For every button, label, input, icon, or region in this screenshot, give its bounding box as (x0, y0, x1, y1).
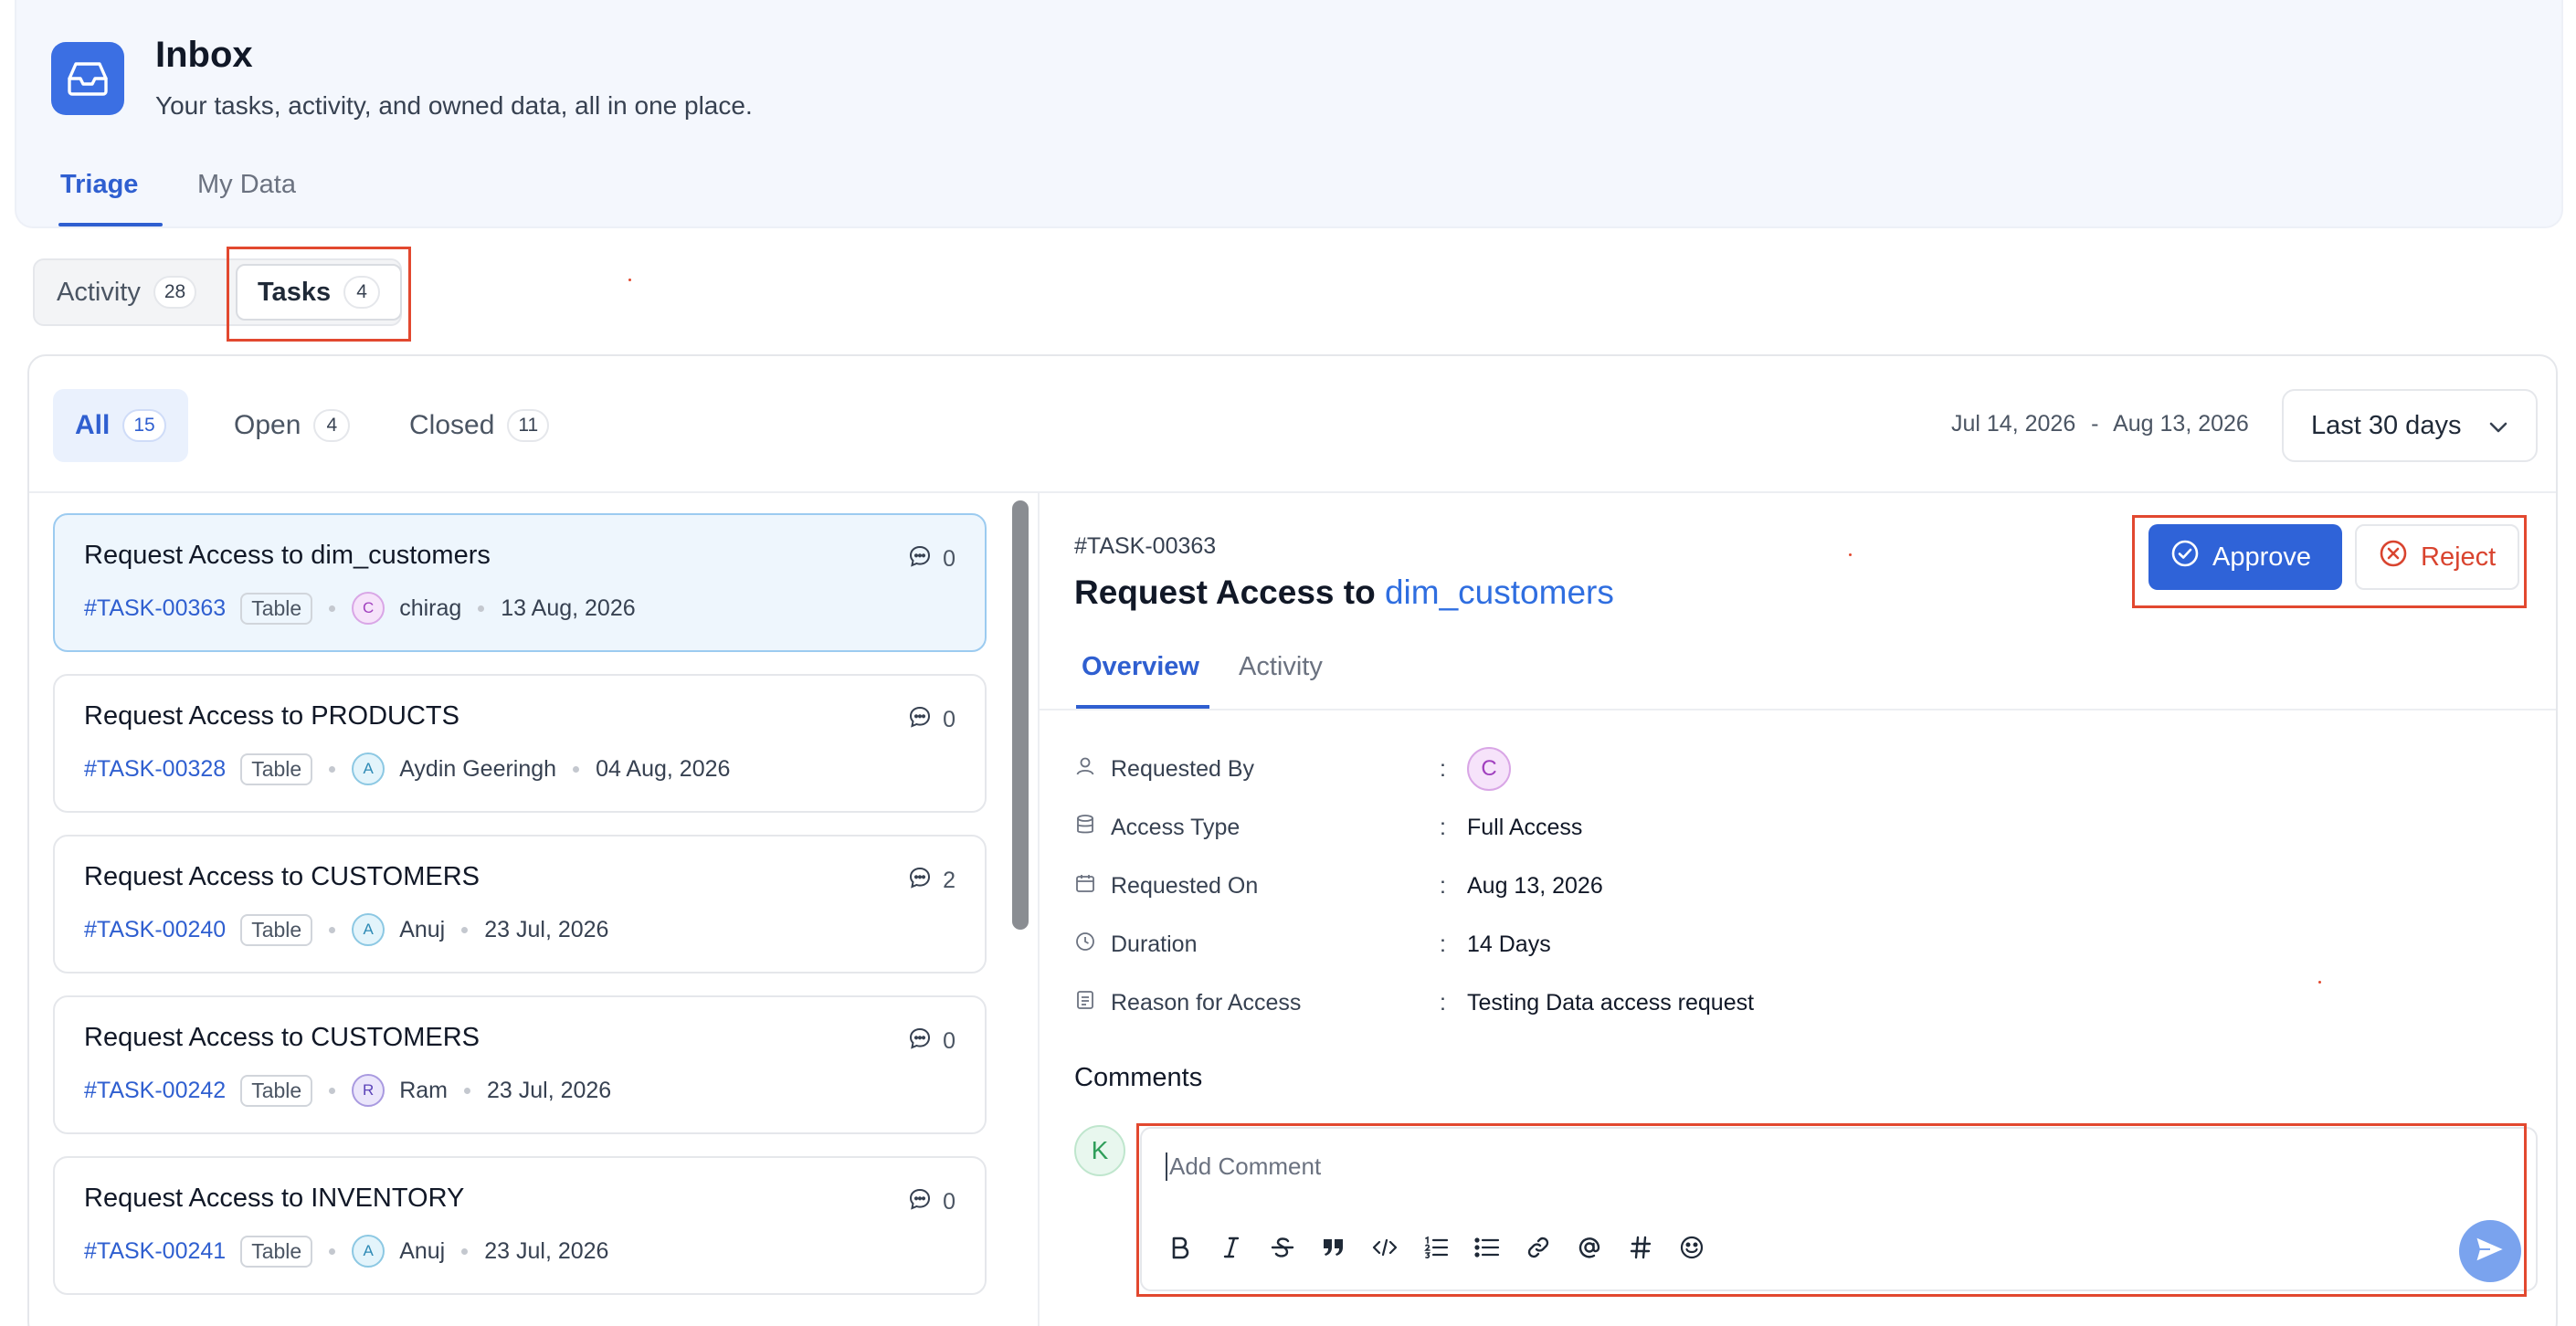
page-subtitle: Your tasks, activity, and owned data, al… (155, 91, 753, 120)
tab-divider (1038, 709, 2556, 710)
field-colon: : (1440, 931, 1446, 957)
avatar: K (1074, 1125, 1125, 1176)
x-circle-icon (2379, 539, 2408, 575)
segment-activity-label: Activity (57, 277, 141, 307)
activity-tasks-toggle: Activity 28 Tasks 4 (33, 258, 403, 326)
detail-title-prefix: Request Access to (1074, 574, 1376, 611)
segment-tasks[interactable]: Tasks 4 (236, 264, 403, 321)
database-icon (1074, 814, 1096, 842)
mention-icon[interactable] (1575, 1233, 1604, 1262)
field-label: Reason for Access (1111, 989, 1302, 1016)
quote-icon[interactable] (1319, 1233, 1348, 1262)
tab-my-data[interactable]: My Data (197, 170, 296, 200)
link-icon[interactable] (1524, 1233, 1553, 1262)
field-label: Access Type (1111, 814, 1240, 840)
comment-editor[interactable]: Add Comment (1140, 1127, 2538, 1291)
clock-icon (1074, 931, 1096, 959)
page-title: Inbox (155, 35, 253, 75)
field-access-type: Access Type : Full Access (1074, 809, 1582, 846)
tab-underline (1076, 705, 1209, 709)
marker-dot (1849, 553, 1852, 556)
strikethrough-icon[interactable] (1268, 1233, 1297, 1262)
tab-underline (58, 223, 163, 226)
marker-dot (2318, 981, 2321, 984)
bold-icon[interactable] (1166, 1233, 1195, 1262)
emoji-icon[interactable] (1677, 1233, 1706, 1262)
task-detail: #TASK-00363 Request Access to dim_custom… (27, 354, 2558, 1326)
field-reason: Reason for Access : Testing Data access … (1074, 984, 1754, 1021)
send-icon (2474, 1234, 2507, 1268)
field-colon: : (1440, 814, 1446, 840)
editor-toolbar (1166, 1233, 1706, 1262)
field-duration: Duration : 14 Days (1074, 926, 1551, 963)
comments-heading: Comments (1074, 1063, 1203, 1092)
page-header: Inbox Your tasks, activity, and owned da… (15, 0, 2563, 228)
field-label: Duration (1111, 931, 1198, 957)
document-icon (1074, 989, 1096, 1017)
segment-tasks-label: Tasks (258, 277, 332, 307)
field-colon: : (1440, 755, 1446, 782)
comment-input[interactable]: Add Comment (1166, 1152, 1321, 1181)
field-colon: : (1440, 872, 1446, 899)
activity-count-badge: 28 (153, 276, 197, 309)
detail-task-id: #TASK-00363 (1074, 533, 1217, 559)
segment-activity[interactable]: Activity 28 (57, 260, 197, 324)
detail-asset-link[interactable]: dim_customers (1385, 574, 1614, 611)
tab-activity[interactable]: Activity (1239, 652, 1323, 682)
code-icon[interactable] (1370, 1233, 1399, 1262)
inbox-icon (51, 42, 124, 115)
approve-label: Approve (2212, 542, 2312, 572)
tasks-count-badge: 4 (343, 276, 381, 309)
approve-button[interactable]: Approve (2148, 524, 2342, 590)
marker-dot (628, 279, 631, 281)
reject-button[interactable]: Reject (2355, 524, 2519, 590)
send-button[interactable] (2459, 1220, 2521, 1282)
avatar: C (1467, 747, 1511, 791)
field-requested-on: Requested On : Aug 13, 2026 (1074, 868, 1603, 904)
check-circle-icon (2170, 539, 2200, 575)
field-value: 14 Days (1467, 931, 1551, 957)
field-value: Full Access (1467, 814, 1583, 840)
field-label: Requested On (1111, 872, 1259, 899)
field-value: Testing Data access request (1467, 989, 1755, 1016)
tab-triage[interactable]: Triage (60, 170, 138, 200)
detail-title: Request Access to dim_customers (1074, 574, 1614, 612)
calendar-icon (1074, 872, 1096, 900)
bullet-list-icon[interactable] (1473, 1233, 1502, 1262)
field-label: Requested By (1111, 755, 1255, 782)
ordered-list-icon[interactable] (1421, 1233, 1451, 1262)
field-requested-by: Requested By : C (1074, 747, 1526, 791)
reject-label: Reject (2421, 542, 2497, 572)
tab-overview[interactable]: Overview (1082, 652, 1199, 682)
user-icon (1074, 755, 1096, 784)
field-value: Aug 13, 2026 (1467, 872, 1603, 899)
field-colon: : (1440, 989, 1446, 1016)
italic-icon[interactable] (1217, 1233, 1246, 1262)
hashtag-icon[interactable] (1626, 1233, 1655, 1262)
